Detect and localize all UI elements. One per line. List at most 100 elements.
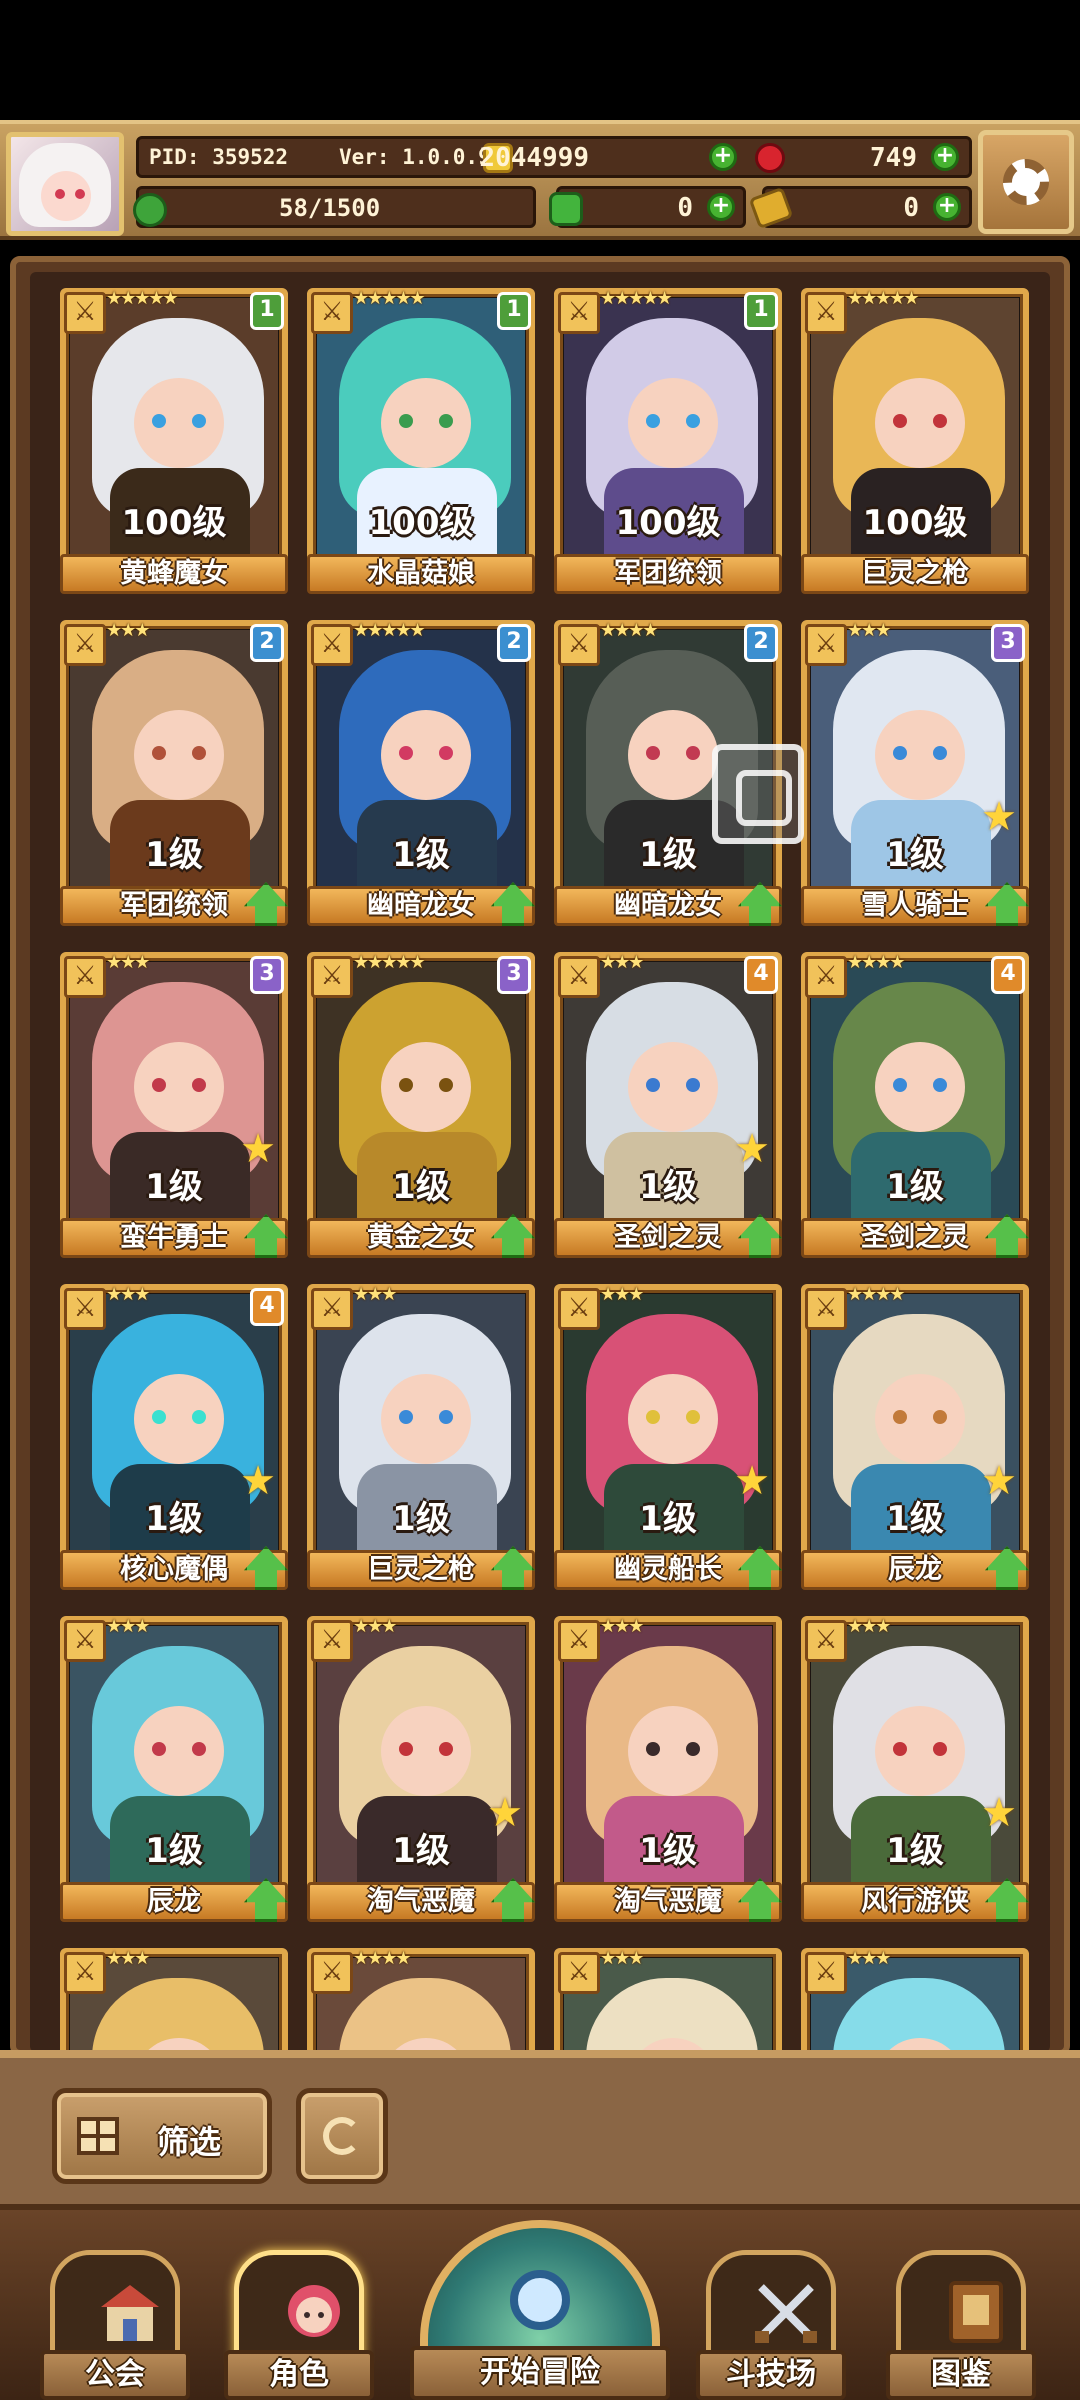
character-card[interactable]: ⚔ ★★★ 1级 淘气恶魔 (554, 1616, 782, 1922)
portrait-face (381, 1374, 471, 1464)
character-card[interactable]: ⚔ ★★★★★ 100级 巨灵之枪 (801, 288, 1029, 594)
floating-overlay-button[interactable] (712, 744, 804, 844)
character-card[interactable]: ⚔ ★★★ (60, 1948, 288, 2052)
gem-icon (755, 143, 785, 173)
portrait-eye-left (893, 746, 907, 760)
filter-button[interactable]: 筛选 (52, 2088, 272, 2184)
portrait-eye-right (439, 1742, 453, 1756)
portrait-eye-right (933, 1078, 947, 1092)
portrait-eye-left (893, 1078, 907, 1092)
character-card[interactable]: ⚔ ★★★ 1级 ★ 风行游侠 (801, 1616, 1029, 1922)
portrait-eye-left (152, 414, 166, 428)
portrait-eye-left (399, 414, 413, 428)
character-card[interactable]: ⚔ ★★★ (801, 1948, 1029, 2052)
character-card[interactable]: ⚔ ★★★ 4 1级 ★ 核心魔偶 (60, 1284, 288, 1590)
tier-badge: 1 (250, 292, 284, 330)
character-card[interactable]: ⚔ ★★★★★ 1 100级 军团统领 (554, 288, 782, 594)
portrait-eye-left (152, 1742, 166, 1756)
star-rating: ★★★ (847, 620, 891, 641)
portrait-face (381, 1042, 471, 1132)
portrait-eye-right (686, 1078, 700, 1092)
portrait-face (381, 1706, 471, 1796)
crossed-swords-icon (755, 2284, 817, 2343)
portrait-eye-right (192, 1410, 206, 1424)
character-level: 1级 (392, 1167, 450, 1207)
player-info-row: PID: 359522 Ver: 1.0.0.9 2044999 + 749 + (136, 136, 972, 178)
resource-row: 58/1500 0 + 0 + (133, 186, 972, 230)
portrait-face (875, 1042, 965, 1132)
clover-resource: 0 + (549, 186, 746, 228)
add-gems-button[interactable]: + (931, 143, 959, 171)
character-card[interactable]: ⚔ ★★★ 1级 巨灵之枪 (307, 1284, 535, 1590)
tier-badge: 4 (744, 956, 778, 994)
portrait-eye-left (399, 1078, 413, 1092)
grid-icon (77, 2117, 119, 2155)
settings-button[interactable] (978, 130, 1074, 234)
weapon-type-icon: ⚔ (311, 956, 353, 998)
clover-amount: 0 (677, 193, 693, 223)
character-card[interactable]: ⚔ ★★★ 1级 ★ 幽灵船长 (554, 1284, 782, 1590)
character-level: 1级 (392, 835, 450, 875)
weapon-type-icon: ⚔ (311, 292, 353, 334)
character-grid[interactable]: ⚔ ★★★★★ 1 100级 黄蜂魔女 ⚔ ★★★★★ 1 100级 水晶菇娘 (30, 272, 1050, 2052)
weapon-type-icon: ⚔ (64, 956, 106, 998)
nav-arena[interactable]: 斗技场 (696, 2250, 846, 2400)
guild-house-icon (101, 2285, 159, 2341)
exp-value: 58/1500 (279, 194, 381, 222)
portrait-face (134, 1374, 224, 1464)
portrait-eye-right (933, 414, 947, 428)
character-card[interactable]: ⚔ ★★★★★ 1 100级 黄蜂魔女 (60, 288, 288, 594)
nav-adventure[interactable]: 开始冒险 (410, 2210, 670, 2400)
player-avatar[interactable] (6, 132, 124, 236)
character-card[interactable]: ⚔ ★★★ 3 1级 ★ 蛮牛勇士 (60, 952, 288, 1258)
portrait-eye-right (686, 414, 700, 428)
nav-guild-label: 公会 (40, 2350, 190, 2400)
star-rating: ★★★★ (600, 620, 659, 641)
character-level: 100级 (121, 503, 227, 543)
star-upgrade-icon: ★ (981, 1790, 1017, 1836)
add-gold-button[interactable]: + (709, 143, 737, 171)
weapon-type-icon: ⚔ (805, 292, 847, 334)
star-rating: ★★★★★ (353, 288, 426, 309)
weapon-type-icon: ⚔ (558, 292, 600, 334)
character-card[interactable]: ⚔ ★★★★ 1级 ★ 辰龙 (801, 1284, 1029, 1590)
top-status-bar: PID: 359522 Ver: 1.0.0.9 2044999 + 749 +… (0, 120, 1080, 240)
character-card[interactable]: ⚔ ★★★ 4 1级 ★ 圣剑之灵 (554, 952, 782, 1258)
portrait-eye-right (686, 746, 700, 760)
weapon-type-icon: ⚔ (805, 1620, 847, 1662)
character-card[interactable]: ⚔ ★★★★★ 2 1级 幽暗龙女 (307, 620, 535, 926)
portrait-eye-left (152, 746, 166, 760)
portrait-face (381, 378, 471, 468)
character-level: 100级 (615, 503, 721, 543)
portrait-face (628, 378, 718, 468)
character-card[interactable]: ⚔ ★★★★ 4 1级 圣剑之灵 (801, 952, 1029, 1258)
nav-codex[interactable]: 图鉴 (886, 2250, 1036, 2400)
character-card[interactable]: ⚔ ★★★ (554, 1948, 782, 2052)
weapon-type-icon: ⚔ (558, 624, 600, 666)
character-card[interactable]: ⚔ ★★★ 2 1级 军团统领 (60, 620, 288, 926)
tier-badge: 2 (250, 624, 284, 662)
portrait-face (875, 1706, 965, 1796)
character-card[interactable]: ⚔ ★★★ 1级 ★ 淘气恶魔 (307, 1616, 535, 1922)
character-level: 1级 (886, 1167, 944, 1207)
star-rating: ★★★ (600, 1284, 644, 1305)
ticket-amount: 0 (903, 193, 919, 223)
star-rating: ★★★★ (847, 952, 906, 973)
character-card[interactable]: ⚔ ★★★★ (307, 1948, 535, 2052)
ticket-icon (748, 186, 794, 230)
character-card[interactable]: ⚔ ★★★ 1级 辰龙 (60, 1616, 288, 1922)
weapon-type-icon: ⚔ (558, 1952, 600, 1994)
add-clover-button[interactable]: + (707, 193, 735, 221)
filter-label: 筛选 (157, 2123, 222, 2161)
character-name: 军团统领 (554, 554, 782, 594)
refresh-button[interactable] (296, 2088, 388, 2184)
weapon-type-icon: ⚔ (558, 1620, 600, 1662)
character-card[interactable]: ⚔ ★★★ 3 1级 ★ 雪人骑士 (801, 620, 1029, 926)
add-ticket-button[interactable]: + (933, 193, 961, 221)
character-card[interactable]: ⚔ ★★★★★ 3 1级 黄金之女 (307, 952, 535, 1258)
character-card[interactable]: ⚔ ★★★★★ 1 100级 水晶菇娘 (307, 288, 535, 594)
star-rating: ★★★ (106, 1948, 150, 1969)
nav-character[interactable]: 角色 (224, 2250, 374, 2400)
nav-guild[interactable]: 公会 (40, 2250, 190, 2400)
portrait-eye-right (192, 414, 206, 428)
